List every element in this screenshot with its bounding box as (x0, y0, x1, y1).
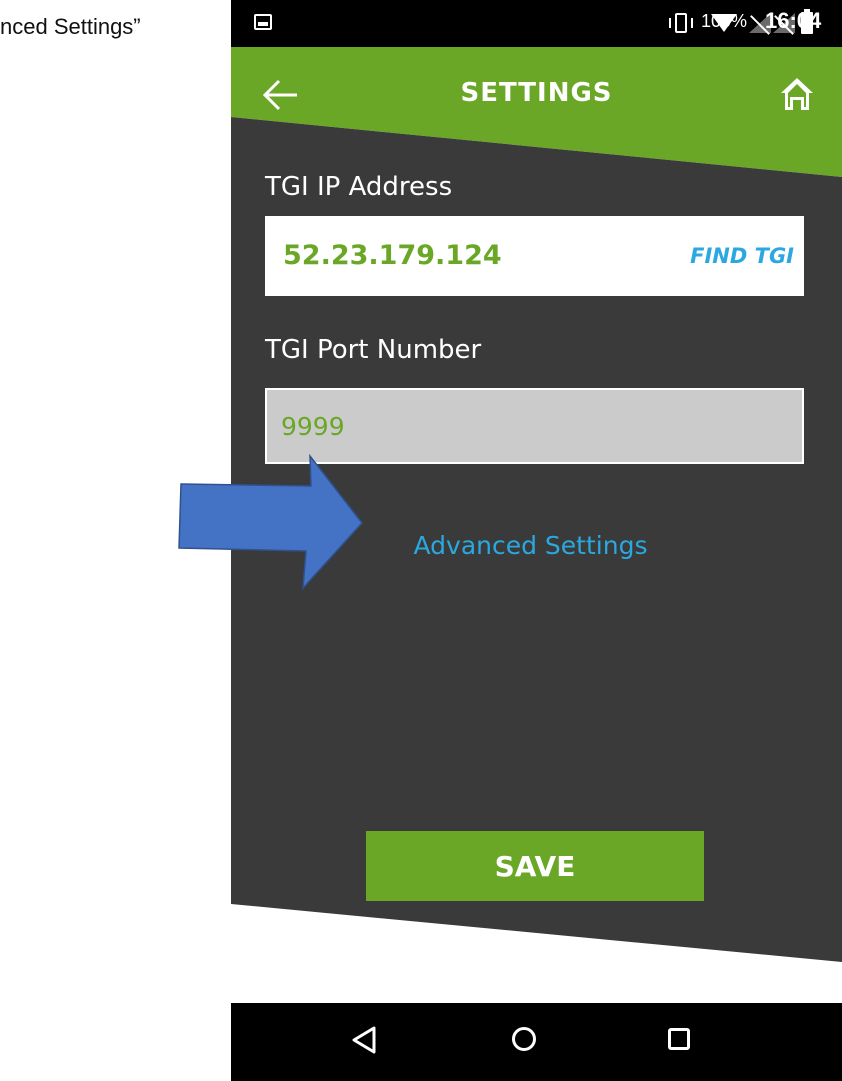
page-title: SETTINGS (460, 78, 613, 108)
advanced-settings-link[interactable]: Advanced Settings (231, 531, 842, 560)
save-button[interactable]: SAVE (366, 831, 704, 901)
ip-address-label: TGI IP Address (265, 172, 453, 202)
phone-screen: 100% 16:04 SETTINGS TGI IP Address 52.23… (231, 0, 842, 1081)
nav-recents-icon[interactable] (668, 1028, 690, 1050)
ip-address-field[interactable]: 52.23.179.124 FIND TGI (265, 216, 804, 296)
find-tgi-button[interactable]: FIND TGI (690, 244, 794, 268)
nav-back-icon[interactable] (351, 1025, 377, 1055)
home-icon[interactable] (779, 76, 815, 112)
clock: 16:04 (765, 8, 822, 33)
advanced-settings-label[interactable]: Advanced Settings (414, 531, 648, 560)
image-notification-icon (254, 14, 272, 30)
vibrate-icon (667, 13, 697, 33)
nav-home-icon[interactable] (512, 1027, 536, 1051)
battery-percent: 100% (701, 11, 748, 31)
port-number-field[interactable]: 9999 (265, 388, 804, 464)
navigation-bar (231, 1003, 842, 1081)
port-number-value[interactable]: 9999 (281, 412, 345, 441)
annotation-caption: nced Settings” (0, 14, 141, 39)
ip-address-value[interactable]: 52.23.179.124 (283, 240, 502, 271)
status-bar: 100% 16:04 (231, 0, 842, 47)
port-number-label: TGI Port Number (265, 335, 482, 365)
